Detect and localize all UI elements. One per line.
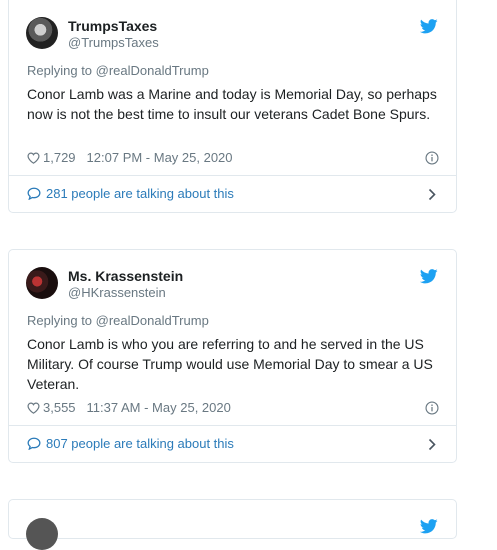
speech-bubble-icon [27,437,41,450]
chevron-right-icon[interactable] [428,188,436,201]
avatar[interactable] [26,518,58,550]
like-count[interactable]: 3,555 [43,400,76,415]
twitter-bird-icon[interactable] [420,269,438,284]
info-icon[interactable] [425,151,439,165]
tweet-timestamp[interactable]: 12:07 PM - May 25, 2020 [87,150,233,165]
tweet-meta: 3,555 11:37 AM - May 25, 2020 [27,400,231,415]
like-count[interactable]: 1,729 [43,150,76,165]
conversation-link[interactable]: 281 people are talking about this [27,186,234,201]
tweet-text: Conor Lamb was a Marine and today is Mem… [27,86,437,122]
tweet-card[interactable] [8,499,457,550]
conversation-label[interactable]: 281 people are talking about this [46,186,234,201]
heart-icon[interactable] [27,152,40,164]
avatar[interactable] [26,267,58,299]
tweet-text: Conor Lamb is who you are referring to a… [27,336,433,392]
twitter-bird-icon[interactable] [420,519,438,534]
chevron-right-icon[interactable] [428,438,436,451]
replying-to[interactable]: Replying to @realDonaldTrump [27,63,209,78]
author-name[interactable]: Ms. Krassenstein [68,268,183,284]
author-name[interactable]: TrumpsTaxes [68,18,157,34]
avatar[interactable] [26,17,58,49]
tweet-card[interactable]: Ms. Krassenstein @HKrassenstein Replying… [8,249,457,463]
conversation-link[interactable]: 807 people are talking about this [27,436,234,451]
tweet-timestamp[interactable]: 11:37 AM - May 25, 2020 [87,400,231,415]
conversation-label[interactable]: 807 people are talking about this [46,436,234,451]
twitter-bird-icon[interactable] [420,19,438,34]
divider [9,175,456,176]
tweet-meta: 1,729 12:07 PM - May 25, 2020 [27,150,233,165]
tweet-card[interactable]: TrumpsTaxes @TrumpsTaxes Replying to @re… [8,0,457,213]
author-handle[interactable]: @TrumpsTaxes [68,35,159,50]
author-handle[interactable]: @HKrassenstein [68,285,166,300]
divider [9,425,456,426]
speech-bubble-icon [27,187,41,200]
replying-to[interactable]: Replying to @realDonaldTrump [27,313,209,328]
heart-icon[interactable] [27,402,40,414]
info-icon[interactable] [425,401,439,415]
